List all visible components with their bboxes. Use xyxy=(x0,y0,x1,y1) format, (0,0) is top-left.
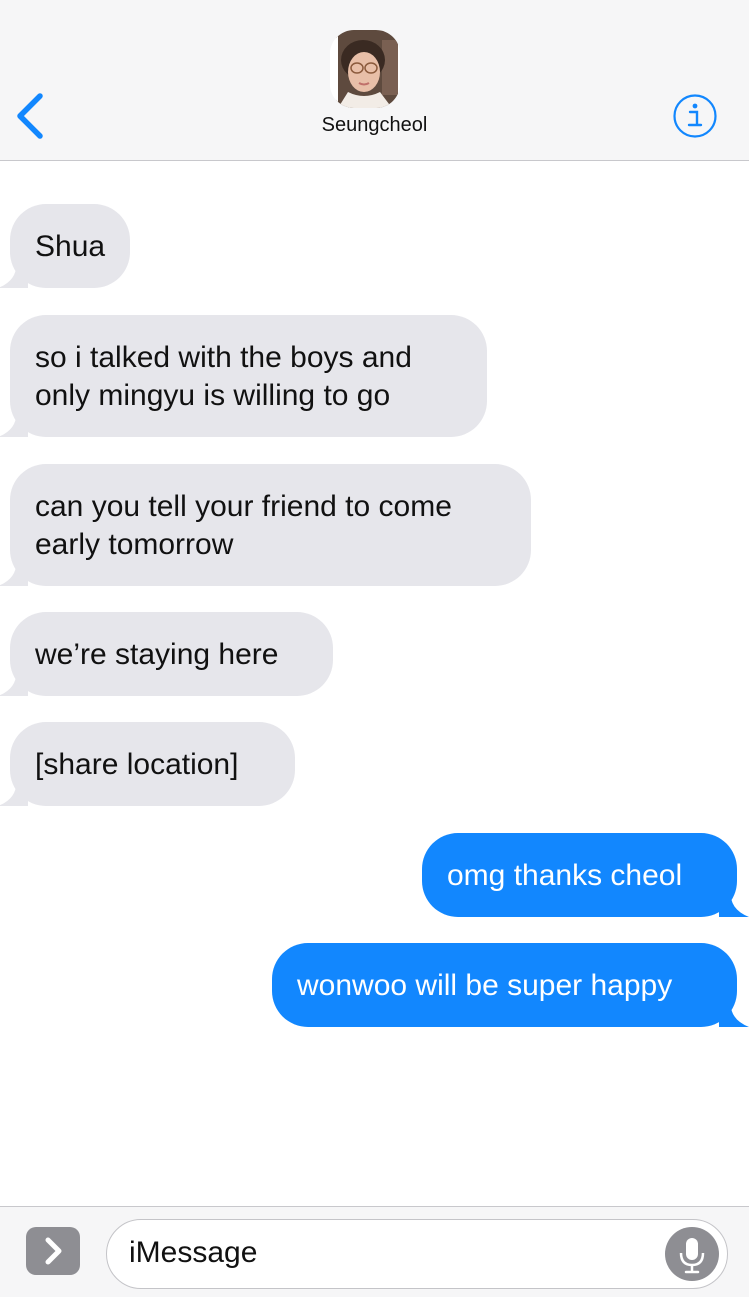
message-outgoing: omg thanks cheol xyxy=(422,833,749,917)
message-bubble[interactable]: omg thanks cheol xyxy=(422,833,737,917)
contact-name[interactable]: Seungcheol xyxy=(0,114,749,137)
messages-screen: Seungcheol Shua so i talked with the boy… xyxy=(0,0,749,1297)
dictation-button[interactable] xyxy=(665,1227,719,1281)
contact-avatar[interactable] xyxy=(330,30,400,108)
message-text: Shua xyxy=(35,230,106,263)
bubble-tail xyxy=(0,411,28,437)
chevron-right-icon xyxy=(45,1237,62,1265)
info-icon xyxy=(673,94,717,138)
message-text: we’re staying here xyxy=(35,638,279,671)
message-bubble[interactable]: wonwoo will be super happy xyxy=(272,943,737,1027)
message-bubble[interactable]: can you tell your friend to come early t… xyxy=(10,464,531,586)
message-text: omg thanks cheol xyxy=(447,859,683,892)
message-incoming: [share location] xyxy=(0,722,295,806)
bubble-tail xyxy=(0,780,28,806)
message-bubble[interactable]: so i talked with the boys and only mingy… xyxy=(10,315,487,437)
bubble-tail xyxy=(719,891,749,917)
bubble-tail xyxy=(0,262,28,288)
message-text: so i talked with the boys and xyxy=(35,341,412,374)
bubble-tail xyxy=(0,670,28,696)
bubble-tail xyxy=(719,1001,749,1027)
info-button[interactable] xyxy=(672,93,718,139)
message-bubble[interactable]: we’re staying here xyxy=(10,612,333,696)
message-input-placeholder: iMessage xyxy=(129,1236,258,1269)
message-text: can you tell your friend to come xyxy=(35,490,452,523)
message-bubble[interactable]: [share location] xyxy=(10,722,295,806)
message-incoming: can you tell your friend to come early t… xyxy=(0,464,531,586)
message-bubble[interactable]: Shua xyxy=(10,204,131,288)
message-text: [share location] xyxy=(35,748,239,781)
apps-button[interactable] xyxy=(26,1227,80,1275)
bubble-tail xyxy=(0,560,28,586)
microphone-icon xyxy=(679,1238,705,1274)
message-composer: iMessage xyxy=(0,1206,749,1297)
message-incoming: Shua xyxy=(0,204,131,288)
message-outgoing: wonwoo will be super happy xyxy=(272,943,749,1027)
message-text: only mingyu is willing to go xyxy=(35,379,391,412)
conversation-header: Seungcheol xyxy=(0,0,749,161)
avatar-photo xyxy=(330,30,400,108)
message-incoming: so i talked with the boys and only mingy… xyxy=(0,315,487,437)
message-text: wonwoo will be super happy xyxy=(297,969,673,1002)
message-input[interactable]: iMessage xyxy=(106,1219,728,1289)
message-thread[interactable]: Shua so i talked with the boys and only … xyxy=(0,161,749,1206)
message-text: early tomorrow xyxy=(35,528,234,561)
message-incoming: we’re staying here xyxy=(0,612,333,696)
